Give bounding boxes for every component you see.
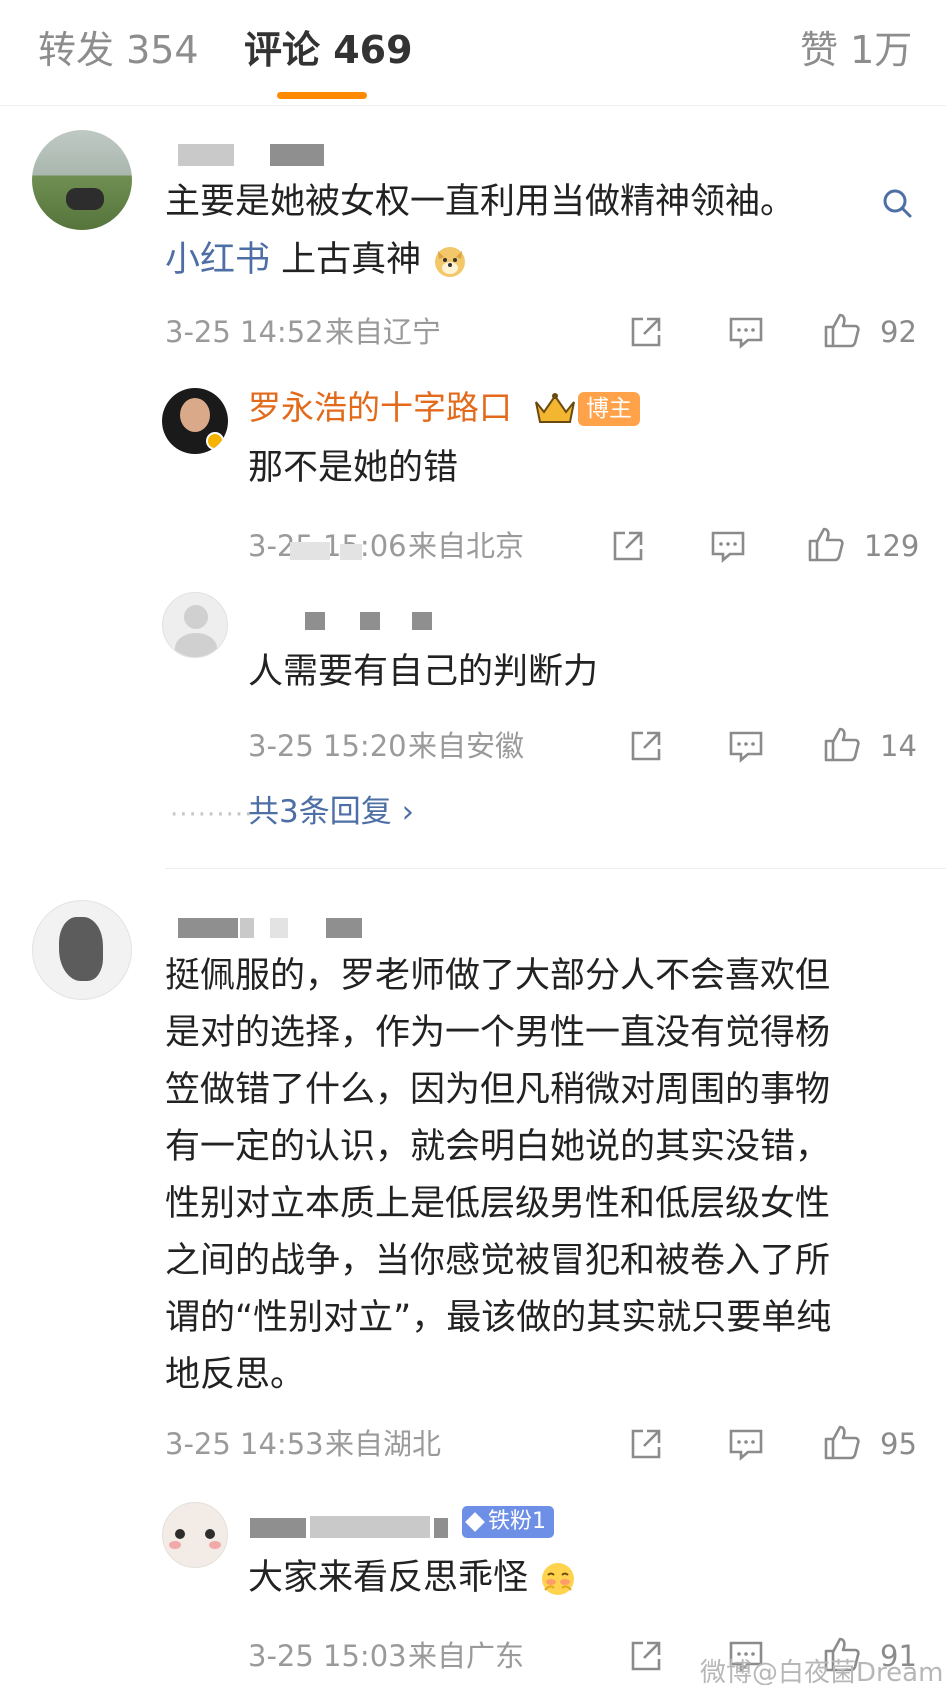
active-tab-indicator xyxy=(277,92,367,99)
redacted-mark xyxy=(290,542,330,560)
redacted-username xyxy=(360,612,380,630)
fan-badge: 铁粉1 xyxy=(462,1506,554,1538)
reply-author[interactable]: 罗永浩的十字路口 xyxy=(248,386,512,430)
thread-dots: ········· xyxy=(170,800,254,830)
reply-location: 来自广东 xyxy=(408,1639,525,1673)
redacted-username xyxy=(270,918,288,938)
reply-text: 人需要有自己的判断力 xyxy=(248,652,599,692)
share-icon[interactable] xyxy=(626,726,666,766)
comment-text-line: 笠做错了什么，因为但凡稍微对周围的事物 xyxy=(165,1070,831,1110)
comment-text-line: 挺佩服的，罗老师做了大部分人不会喜欢但 xyxy=(165,956,831,996)
comment-text-line: 谓的“性别对立”，最该做的其实就只要单纯 xyxy=(165,1298,832,1338)
reply-location: 来自北京 xyxy=(408,529,525,563)
comment-text-line2: 小红书 上古真神 xyxy=(165,232,468,288)
tab-reposts[interactable]: 转发 354 xyxy=(38,26,199,74)
reply-time: 3-25 15:03 xyxy=(248,1639,407,1673)
redacted-username xyxy=(178,144,234,166)
crown-icon xyxy=(535,393,575,423)
tab-likes[interactable]: 赞 1万 xyxy=(800,26,912,74)
reply-avatar[interactable] xyxy=(162,1502,228,1568)
blogger-avatar[interactable] xyxy=(162,388,228,454)
comment-icon[interactable] xyxy=(726,726,766,766)
redacted-username xyxy=(270,144,324,166)
comment-time: 3-25 14:53 xyxy=(165,1427,324,1461)
like-count: 95 xyxy=(880,1427,917,1461)
share-icon[interactable] xyxy=(626,1424,666,1464)
comment-text: 主要是她被女权一直利用当做精神领袖。 xyxy=(165,182,796,222)
comment-icon[interactable] xyxy=(708,526,748,566)
comment-text-line: 性别对立本质上是低层级男性和低层级女性 xyxy=(165,1184,831,1224)
share-icon[interactable] xyxy=(626,312,666,352)
redacted-username xyxy=(310,1516,430,1538)
search-icon[interactable] xyxy=(878,184,918,224)
reply-text: 那不是她的错 xyxy=(248,448,459,488)
redacted-username xyxy=(250,1518,306,1538)
shy-face-emoji-icon xyxy=(542,1563,575,1595)
redacted-username xyxy=(412,612,432,630)
redacted-username xyxy=(434,1518,448,1538)
share-icon[interactable] xyxy=(626,1636,666,1676)
comment-icon[interactable] xyxy=(726,1424,766,1464)
reply-text: 大家来看反思乖怪 xyxy=(248,1550,577,1606)
redacted-username xyxy=(178,918,238,938)
more-replies-link[interactable]: 共3条回复 › xyxy=(248,792,414,832)
comment-text-line: 有一定的认识，就会明白她说的其实没错， xyxy=(165,1127,831,1167)
comment-tabs: 转发 354 评论 469 赞 1万 xyxy=(0,0,946,106)
redacted-username xyxy=(305,612,325,630)
commenter-avatar[interactable] xyxy=(32,900,132,1000)
comment-divider xyxy=(165,868,946,869)
like-icon[interactable] xyxy=(822,724,862,764)
topic-link[interactable]: 小红书 xyxy=(165,240,270,280)
like-count: 92 xyxy=(880,315,917,349)
comment-icon[interactable] xyxy=(726,312,766,352)
comment-text-line: 是对的选择，作为一个男性一直没有觉得杨 xyxy=(165,1013,831,1053)
like-icon[interactable] xyxy=(806,524,846,564)
tab-comments[interactable]: 评论 469 xyxy=(244,26,413,74)
share-icon[interactable] xyxy=(608,526,648,566)
comment-location: 来自湖北 xyxy=(325,1427,442,1461)
comment-location: 来自辽宁 xyxy=(325,315,442,349)
doge-emoji-icon xyxy=(435,247,466,277)
like-count: 14 xyxy=(880,729,917,763)
like-count: 129 xyxy=(864,529,920,563)
redacted-mark xyxy=(340,544,362,560)
redacted-username xyxy=(240,918,254,938)
redacted-username xyxy=(326,918,362,938)
reply-time: 3-25 15:20 xyxy=(248,729,407,763)
commenter-avatar[interactable] xyxy=(32,130,132,230)
like-icon[interactable] xyxy=(822,310,862,350)
diamond-icon xyxy=(465,1512,485,1532)
watermark: 微博@白夜菌Dream xyxy=(700,1658,944,1685)
default-avatar[interactable] xyxy=(162,592,228,658)
blogger-badge: 博主 xyxy=(578,392,640,426)
like-icon[interactable] xyxy=(822,1422,862,1462)
comment-text-line: 地反思。 xyxy=(165,1355,306,1395)
reply-location: 来自安徽 xyxy=(408,729,525,763)
comment-text-line: 之间的战争，当你感觉被冒犯和被卷入了所 xyxy=(165,1241,831,1281)
comment-time: 3-25 14:52 xyxy=(165,315,324,349)
